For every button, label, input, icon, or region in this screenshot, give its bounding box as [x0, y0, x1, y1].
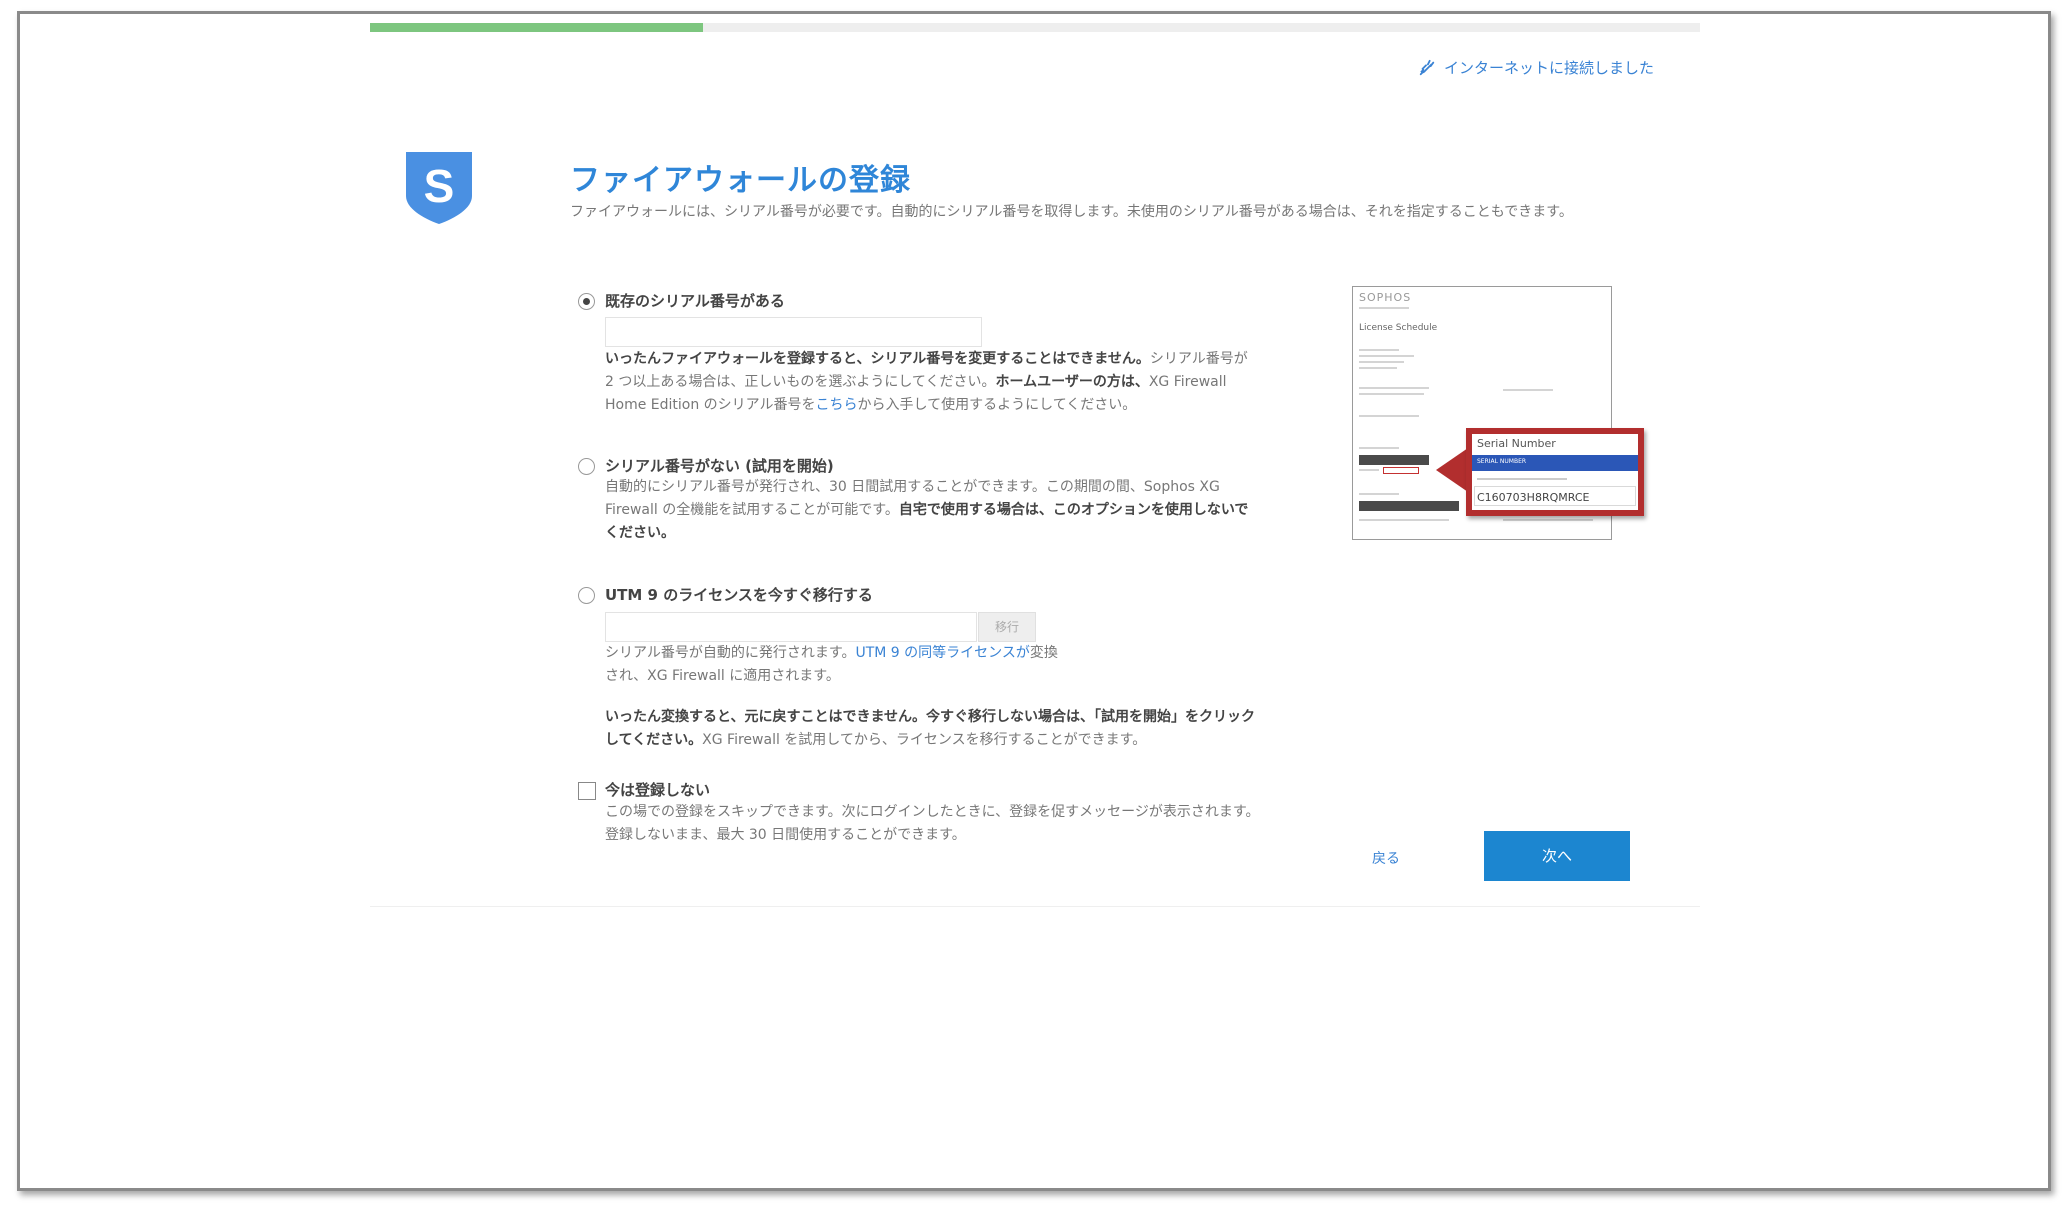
license-doc-title: License Schedule — [1359, 323, 1438, 333]
skip-description: この場での登録をスキップできます。次にログインしたときに、登録を促すメッセージが… — [605, 804, 1260, 843]
radio-utm-migrate[interactable] — [578, 587, 595, 604]
progress-bar — [370, 23, 1700, 32]
back-link[interactable]: 戻る — [1372, 848, 1400, 868]
page-subtitle: ファイアウォールには、シリアル番号が必要です。自動的にシリアル番号を取得します。… — [570, 204, 1573, 220]
sophos-shield-logo: S — [406, 152, 472, 224]
page-title: ファイアウォールの登録 — [570, 163, 911, 198]
migrate-button[interactable]: 移行 — [978, 612, 1036, 642]
callout-bar-text: SERIAL NUMBER — [1477, 458, 1527, 465]
checkbox-skip-registration[interactable] — [578, 782, 596, 800]
radio-existing-serial[interactable] — [578, 293, 595, 310]
serial-number-input[interactable] — [605, 317, 982, 347]
utm-warning: いったん変換すると、元に戻すことはできません。今すぐ移行しない場合は、「試用を開… — [605, 709, 1256, 748]
logo-letter: S — [424, 160, 455, 212]
license-brand: SOPHOS — [1359, 291, 1412, 304]
callout-arrow — [1436, 448, 1468, 492]
utm-license-input[interactable] — [605, 612, 977, 642]
home-edition-link[interactable]: こちら — [816, 397, 858, 413]
progress-fill — [370, 23, 703, 32]
utm-description: シリアル番号が自動的に発行されます。UTM 9 の同等ライセンスが変換され、XG… — [605, 645, 1058, 684]
plug-connected-icon — [1419, 59, 1435, 75]
footer-divider — [370, 906, 1700, 907]
serial-number-callout: Serial Number SERIAL NUMBER C160703H8RQM… — [1466, 428, 1644, 516]
option-utm-migrate-label: UTM 9 のライセンスを今すぐ移行する — [605, 586, 873, 604]
callout-serial-value: C160703H8RQMRCE — [1477, 491, 1590, 504]
existing-serial-note: いったんファイアウォールを登録すると、シリアル番号を変更することはできません。シ… — [605, 351, 1248, 413]
option-trial-label: シリアル番号がない (試用を開始) — [605, 457, 834, 475]
option-skip-label: 今は登録しない — [605, 781, 711, 799]
trial-description: 自動的にシリアル番号が発行され、30 日間試用することができます。この期間の間、… — [605, 479, 1249, 541]
option-existing-serial-label: 既存のシリアル番号がある — [605, 292, 785, 310]
app-window — [17, 11, 2051, 1191]
radio-trial[interactable] — [578, 458, 595, 475]
connection-status: インターネットに接続しました — [1418, 57, 1654, 78]
utm-equivalent-license-link[interactable]: UTM 9 の同等ライセンスが — [855, 645, 1029, 661]
connection-status-text: インターネットに接続しました — [1444, 59, 1655, 77]
next-button[interactable]: 次へ — [1484, 831, 1630, 881]
callout-label: Serial Number — [1477, 437, 1556, 450]
